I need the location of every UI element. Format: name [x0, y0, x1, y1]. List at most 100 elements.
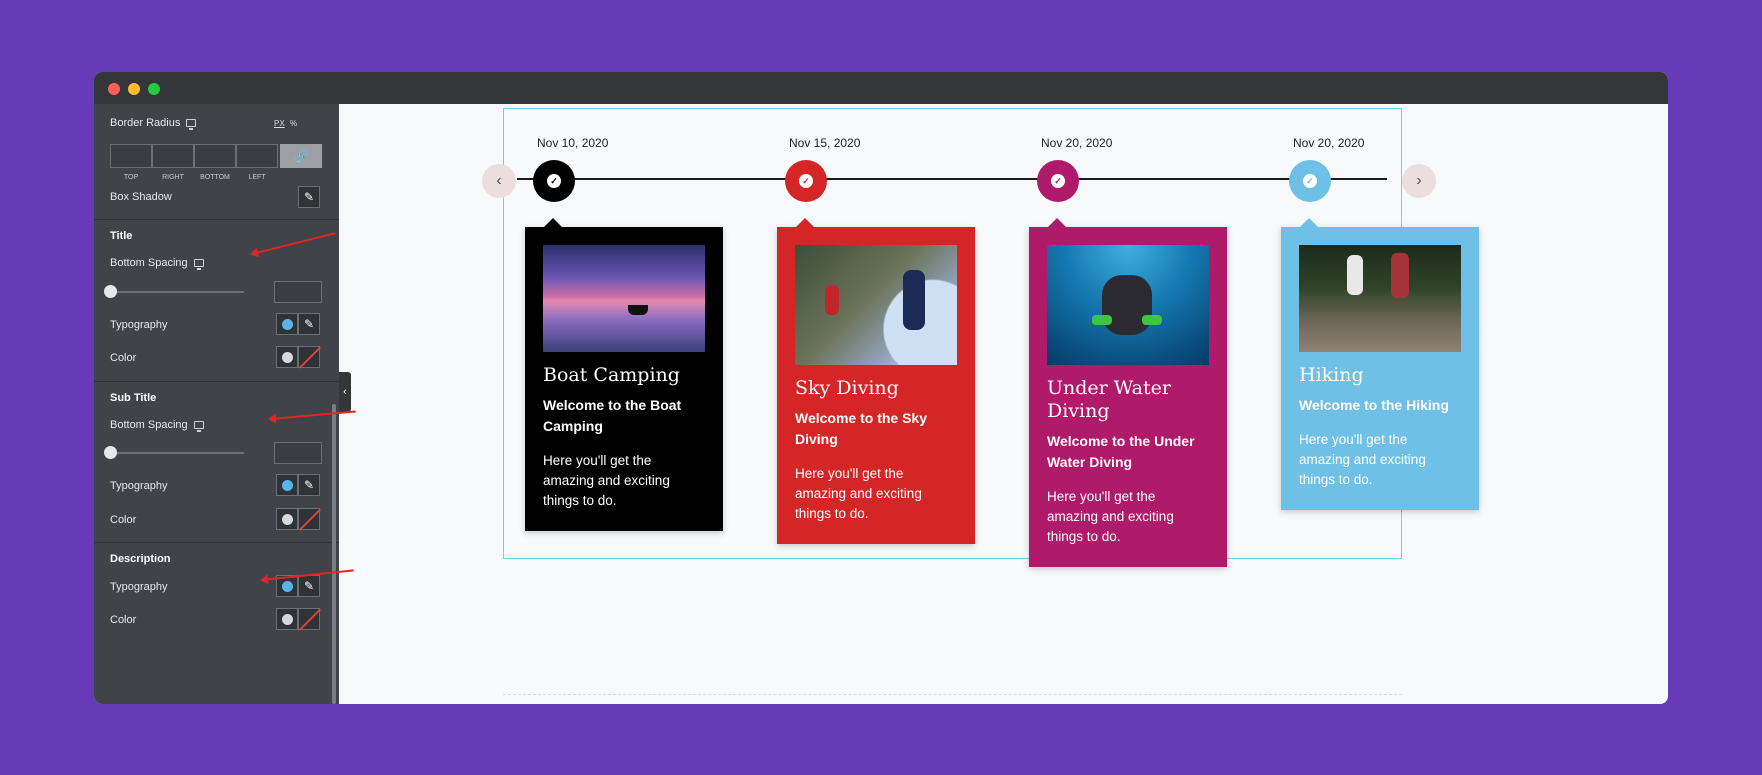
title-spacing-slider-track[interactable]: [110, 291, 244, 293]
timeline-next-button[interactable]: ›: [1402, 164, 1436, 198]
card-description: Here you'll get the amazing and exciting…: [1299, 432, 1426, 487]
timeline-date: Nov 20, 2020: [1041, 136, 1113, 150]
card-title: Under Water Diving: [1047, 377, 1171, 422]
hiking-image: [1299, 245, 1461, 352]
subtitle-section-heading[interactable]: Sub Title: [110, 392, 156, 404]
subtitle-spacing-input[interactable]: [274, 442, 322, 464]
pencil-icon: ✎: [303, 579, 315, 593]
timeline-card[interactable]: Hiking Welcome to the Hiking Here you'll…: [1281, 218, 1479, 510]
description-color-label: Color: [110, 614, 137, 626]
globe-icon: [281, 580, 293, 592]
description-color-picker[interactable]: [298, 608, 320, 630]
diver-shape: [1102, 275, 1152, 335]
boat-shape: [628, 305, 648, 315]
subtitle-typography-label: Typography: [110, 480, 168, 492]
timeline-prev-button[interactable]: ‹: [482, 164, 516, 198]
radius-right-input[interactable]: [152, 144, 194, 168]
maximize-window-button[interactable]: [148, 83, 160, 95]
card-description: Here you'll get the amazing and exciting…: [543, 453, 670, 508]
box-shadow-label: Box Shadow: [110, 191, 172, 203]
subtitle-bottom-spacing-label: Bottom Spacing: [110, 419, 204, 432]
subtitle-spacing-slider-track[interactable]: [110, 452, 244, 454]
card-description: Here you'll get the amazing and exciting…: [795, 466, 922, 521]
title-color-picker[interactable]: [298, 346, 320, 368]
title-color-global-button[interactable]: [276, 346, 298, 368]
subtitle-color-global-button[interactable]: [276, 508, 298, 530]
editor-canvas: ‹ › Nov 10, 2020 ✓ Boat Camping Welcome …: [339, 104, 1668, 704]
collapse-sidebar-button[interactable]: ‹: [339, 372, 351, 412]
radius-left-input[interactable]: [236, 144, 278, 168]
radius-bottom-input[interactable]: [194, 144, 236, 168]
globe-icon: [281, 318, 293, 330]
card-title: Boat Camping: [543, 364, 680, 386]
browser-window: Border Radius PX % 🔗 TOP RIGHT BOTTOM LE…: [94, 72, 1668, 704]
timeline-card[interactable]: Sky Diving Welcome to the Sky Diving Her…: [777, 218, 975, 544]
card-subtitle: Welcome to the Sky Diving: [795, 410, 928, 447]
description-section-heading[interactable]: Description: [110, 553, 171, 565]
title-spacing-slider-handle[interactable]: [104, 285, 117, 298]
minimize-window-button[interactable]: [128, 83, 140, 95]
pencil-icon: ✎: [303, 317, 315, 331]
fin-shape: [1142, 315, 1162, 325]
chevron-left-icon: ‹: [496, 172, 502, 189]
check-icon: ✓: [1051, 174, 1065, 188]
link-values-button[interactable]: 🔗: [280, 144, 322, 168]
link-icon: 🔗: [293, 149, 309, 163]
monitor-icon[interactable]: [193, 421, 204, 432]
monitor-icon[interactable]: [193, 259, 204, 270]
box-shadow-edit-button[interactable]: ✎: [298, 186, 320, 208]
timeline-card[interactable]: Under Water Diving Welcome to the Under …: [1029, 218, 1227, 567]
description-color-global-button[interactable]: [276, 608, 298, 630]
border-radius-label: Border Radius: [110, 117, 197, 130]
sky-diving-image: [795, 245, 957, 365]
description-typography-edit-button[interactable]: ✎: [298, 575, 320, 597]
next-section-placeholder: [503, 694, 1402, 704]
sidebar-scrollbar[interactable]: [332, 404, 336, 704]
card-description: Here you'll get the amazing and exciting…: [1047, 489, 1174, 544]
timeline-point[interactable]: ✓: [785, 160, 827, 202]
skydiver-shape: [825, 285, 839, 315]
timeline-point[interactable]: ✓: [1289, 160, 1331, 202]
chevron-left-icon: ‹: [343, 386, 347, 398]
subtitle-color-picker[interactable]: [298, 508, 320, 530]
unit-percent-toggle[interactable]: %: [290, 119, 297, 128]
timeline-card[interactable]: Boat Camping Welcome to the Boat Camping…: [525, 218, 723, 531]
title-typography-edit-button[interactable]: ✎: [298, 313, 320, 335]
border-radius-text: Border Radius: [110, 117, 181, 129]
fin-shape: [1092, 315, 1112, 325]
hiker-shape: [1391, 253, 1409, 298]
underwater-diving-image: [1047, 245, 1209, 365]
subtitle-typography-edit-button[interactable]: ✎: [298, 474, 320, 496]
monitor-icon[interactable]: [186, 119, 197, 130]
subtitle-color-label: Color: [110, 514, 137, 526]
subtitle-spacing-slider-handle[interactable]: [104, 446, 117, 459]
subtitle-typography-global-button[interactable]: [276, 474, 298, 496]
timeline-date: Nov 20, 2020: [1293, 136, 1365, 150]
unit-px-toggle[interactable]: PX: [274, 119, 285, 128]
globe-icon: [281, 351, 293, 363]
editor-sidebar: Border Radius PX % 🔗 TOP RIGHT BOTTOM LE…: [94, 104, 339, 704]
card-subtitle: Welcome to the Under Water Diving: [1047, 433, 1195, 470]
globe-icon: [281, 613, 293, 625]
title-bottom-spacing-text: Bottom Spacing: [110, 257, 188, 269]
hiker-shape: [1347, 255, 1363, 295]
timeline-line: [517, 178, 1387, 180]
radius-right-label: RIGHT: [162, 174, 184, 181]
radius-top-label: TOP: [123, 174, 139, 181]
card-subtitle: Welcome to the Hiking: [1299, 397, 1449, 413]
check-icon: ✓: [1303, 174, 1317, 188]
card-title: Sky Diving: [795, 377, 899, 399]
title-section-heading[interactable]: Title: [110, 230, 132, 242]
pencil-icon: ✎: [303, 478, 315, 492]
close-window-button[interactable]: [108, 83, 120, 95]
radius-top-input[interactable]: [110, 144, 152, 168]
title-typography-label: Typography: [110, 319, 168, 331]
timeline-point[interactable]: ✓: [1037, 160, 1079, 202]
title-spacing-input[interactable]: [274, 281, 322, 303]
title-typography-global-button[interactable]: [276, 313, 298, 335]
window-titlebar: [94, 72, 1668, 104]
globe-icon: [281, 513, 293, 525]
check-icon: ✓: [547, 174, 561, 188]
title-color-label: Color: [110, 352, 137, 364]
timeline-point[interactable]: ✓: [533, 160, 575, 202]
